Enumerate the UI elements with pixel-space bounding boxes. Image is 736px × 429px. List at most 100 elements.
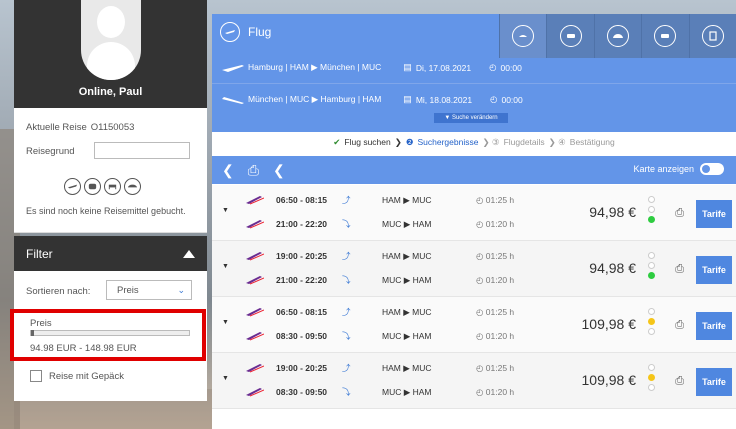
plane-icon [220, 22, 240, 42]
flight-arrow-icon: ⤴ [342, 363, 351, 373]
flight-arrow-icon: ⤴ [342, 307, 351, 317]
clock-icon: ◴ [490, 94, 498, 104]
tab-taxi[interactable] [641, 14, 689, 58]
profile-panel: Online, Paul [14, 0, 207, 108]
clock-icon: ◴ [489, 62, 497, 72]
return-date: Mi, 18.08.2021 [415, 94, 473, 105]
flight-arrow-icon: ⤴ [342, 251, 351, 261]
availability-indicator [648, 252, 656, 284]
return-route-text: München | MUC ▶ Hamburg | HAM [248, 94, 382, 104]
luggage-checkbox[interactable] [30, 370, 42, 382]
flight-duration: 01:20 h [485, 219, 515, 229]
map-switch[interactable] [700, 163, 724, 175]
return-route: München | MUC ▶ Hamburg | HAM ▤ Mi, 18.0… [222, 94, 523, 105]
profile-name: Online, Paul [78, 86, 143, 98]
flight-time: 06:50 - 08:15 [276, 307, 328, 317]
luggage-label: Reise mit Gepäck [49, 370, 124, 382]
tab-train[interactable] [546, 14, 594, 58]
taxi-icon [654, 25, 677, 47]
map-toggle[interactable]: Karte anzeigen [633, 163, 724, 175]
print-icon[interactable]: ⎙ [675, 375, 684, 388]
share-icon[interactable]: ❮ [273, 162, 285, 179]
service-tabs [499, 14, 736, 58]
luggage-option[interactable]: Reise mit Gepäck [30, 370, 124, 382]
result-row[interactable]: ▼ 19:00 - 20:25 ⤴ HAM ▶ MUC ◴ 01:25 h 21… [212, 241, 736, 297]
return-segment: 08:30 - 09:50 ⤵ MUC ▶ HAM ◴ 01:20 h [246, 383, 514, 401]
expand-caret-icon[interactable]: ▼ [222, 375, 229, 382]
chevron-down-icon: ⌄ [177, 285, 185, 295]
filter-title: Filter [26, 246, 53, 261]
flight-route: HAM ▶ MUC [382, 250, 432, 261]
hotel-icon[interactable] [104, 178, 121, 195]
avatar[interactable] [81, 0, 141, 80]
calendar-icon: ▤ [403, 94, 412, 104]
change-search-button[interactable]: ▼ Suche verändern [434, 113, 508, 123]
flight-time: 08:30 - 09:50 [276, 331, 328, 341]
flight-time: 08:30 - 09:50 [276, 387, 328, 397]
step-separator: ❯ [394, 136, 402, 147]
plane-icon [512, 25, 535, 47]
search-header: Flug Hamburg | HAM ▶ München | MUC ▤ Di,… [212, 14, 736, 152]
tariffs-button[interactable]: Tarife [696, 200, 732, 228]
flight-duration: 01:25 h [485, 363, 515, 373]
sidebar: Online, Paul Aktuelle Reise O1150053 Reis… [14, 0, 207, 429]
sort-select[interactable]: Preis ⌄ [106, 280, 192, 300]
tariffs-button[interactable]: Tarife [696, 368, 732, 396]
price-highlight-box [10, 309, 206, 361]
back-icon[interactable]: ❮ [222, 162, 234, 179]
airline-logo-icon [246, 332, 264, 341]
outbound-segment: 19:00 - 20:25 ⤴ HAM ▶ MUC ◴ 01:25 h [246, 247, 514, 265]
return-segment: 21:00 - 22:20 ⤵ MUC ▶ HAM ◴ 01:20 h [246, 215, 514, 233]
return-segment: 08:30 - 09:50 ⤵ MUC ▶ HAM ◴ 01:20 h [246, 327, 514, 345]
flight-time: 19:00 - 20:25 [276, 251, 328, 261]
reason-input[interactable] [94, 142, 190, 159]
airline-logo-icon [246, 276, 264, 285]
clock-icon: ◴ [476, 218, 486, 229]
clock-icon: ◴ [476, 274, 486, 285]
airline-logo-icon [246, 252, 264, 261]
tab-car[interactable] [593, 14, 642, 58]
airline-logo-icon [246, 308, 264, 317]
result-row[interactable]: ▼ 19:00 - 20:25 ⤴ HAM ▶ MUC ◴ 01:25 h 08… [212, 353, 736, 409]
expand-caret-icon[interactable]: ▼ [222, 263, 229, 270]
tariffs-button[interactable]: Tarife [696, 312, 732, 340]
tab-summary[interactable] [688, 14, 736, 58]
flight-duration: 01:20 h [485, 331, 515, 341]
flight-duration: 01:25 h [485, 251, 515, 261]
plane-landing-icon [222, 96, 244, 104]
step-search[interactable]: Flug suchen [344, 137, 390, 147]
check-icon: ✔ [333, 136, 341, 147]
expand-caret-icon[interactable]: ▼ [222, 207, 229, 214]
car-icon[interactable] [124, 178, 141, 195]
result-row[interactable]: ▼ 06:50 - 08:15 ⤴ HAM ▶ MUC ◴ 01:25 h 08… [212, 297, 736, 353]
train-icon[interactable] [84, 178, 101, 195]
print-icon[interactable]: ⎙ [675, 319, 684, 332]
flight-duration: 01:20 h [485, 275, 515, 285]
results-toolbar: ❮ ⎙ ❮ Karte anzeigen [212, 156, 736, 184]
flight-route: MUC ▶ HAM [382, 386, 432, 397]
availability-indicator [648, 308, 656, 340]
flight-duration: 01:25 h [485, 195, 515, 205]
outbound-time: 00:00 [500, 62, 522, 73]
step-results: Suchergebnisse [417, 137, 479, 147]
step-details: Flugdetails [503, 137, 545, 147]
train-icon [559, 25, 582, 47]
step-confirmation: Bestätigung [569, 137, 615, 147]
car-icon [606, 25, 629, 47]
outbound-segment: 06:50 - 08:15 ⤴ HAM ▶ MUC ◴ 01:25 h [246, 303, 514, 321]
filter-header[interactable]: Filter [14, 236, 207, 271]
flight-duration: 01:25 h [485, 307, 515, 317]
page-title: Flug [220, 22, 271, 42]
result-row[interactable]: ▼ 06:50 - 08:15 ⤴ HAM ▶ MUC ◴ 01:25 h 21… [212, 185, 736, 241]
print-icon[interactable]: ⎙ [675, 263, 684, 276]
flight-time: 21:00 - 22:20 [276, 275, 328, 285]
print-icon[interactable]: ⎙ [675, 207, 684, 220]
tab-flight[interactable] [499, 14, 547, 58]
print-icon[interactable]: ⎙ [248, 162, 259, 179]
airline-logo-icon [246, 196, 264, 205]
flight-arrow-icon: ⤵ [342, 331, 351, 341]
tariffs-button[interactable]: Tarife [696, 256, 732, 284]
collapse-icon[interactable] [183, 249, 195, 258]
plane-icon[interactable] [64, 178, 81, 195]
expand-caret-icon[interactable]: ▼ [222, 319, 229, 326]
